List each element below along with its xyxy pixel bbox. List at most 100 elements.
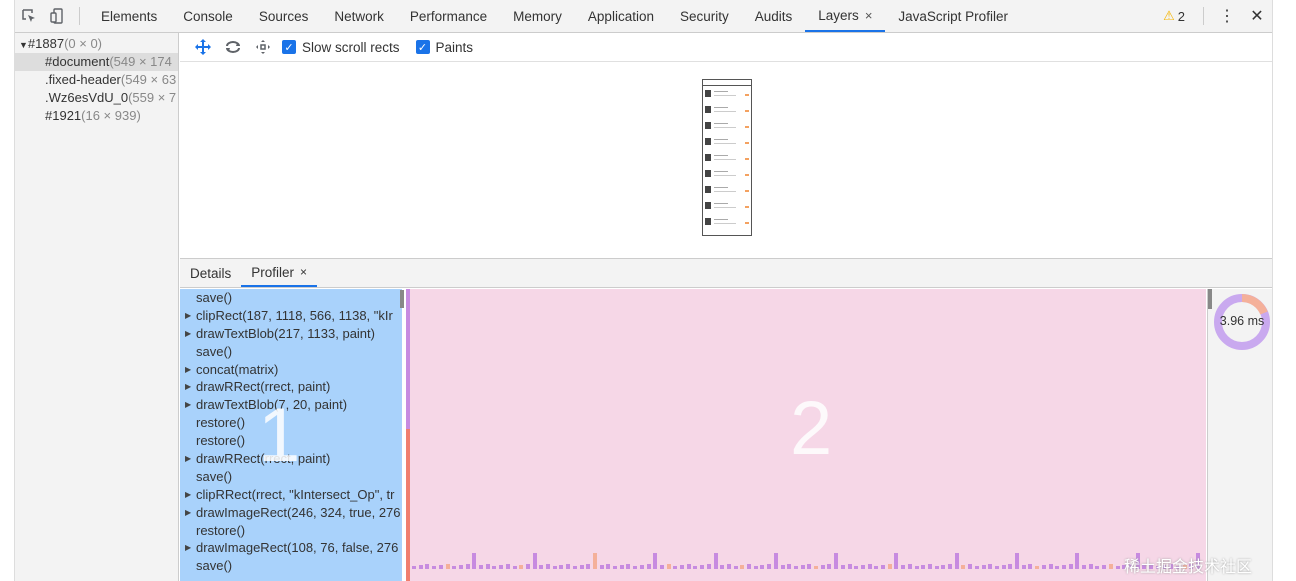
pie-scrollbar[interactable] <box>1208 289 1212 309</box>
expand-triangle-icon[interactable]: ▶ <box>185 361 191 379</box>
paint-command-row[interactable]: ▶ drawTextBlob(7, 20, paint) <box>180 396 402 414</box>
paint-command-row[interactable]: ▶ clipRect(187, 1118, 566, 1138, "kIr <box>180 307 402 325</box>
thumbnail-mark <box>705 138 711 145</box>
timeline-bar <box>767 564 772 569</box>
paint-command-row[interactable]: save() <box>180 343 402 361</box>
paint-timeline[interactable]: 2 <box>406 289 1206 581</box>
tree-node-document[interactable]: #document(549 × 174 <box>15 53 178 71</box>
rotate-mode-icon[interactable] <box>218 33 248 62</box>
tab-label: Security <box>679 8 729 24</box>
expand-triangle-icon[interactable]: ▶ <box>185 396 191 414</box>
tab-performance[interactable]: Performance <box>397 0 500 32</box>
tab-security[interactable]: Security <box>667 0 742 32</box>
paint-command-row[interactable]: ▶ drawRRect(rrect, paint) <box>180 378 402 396</box>
close-tab-icon[interactable]: × <box>865 8 873 23</box>
paint-command-row[interactable]: ▶ drawTextBlob(217, 1133, paint) <box>180 325 402 343</box>
tab-sources[interactable]: Sources <box>246 0 322 32</box>
timeline-bar <box>626 564 631 569</box>
tab-memory[interactable]: Memory <box>500 0 575 32</box>
thumbnail-mark <box>714 187 728 188</box>
paint-command-row[interactable]: ▶ clipRRect(rrect, "kIntersect_Op", tr <box>180 486 402 504</box>
timeline-bar <box>673 566 678 569</box>
paints-checkbox[interactable]: ✓ Paints <box>415 40 473 55</box>
timeline-bar <box>760 565 765 569</box>
timeline-bar <box>814 566 818 569</box>
device-toolbar-icon[interactable] <box>43 0 71 32</box>
thumbnail-mark <box>714 123 728 124</box>
tabbar-spacer <box>1021 0 1153 32</box>
timeline-bar <box>713 553 718 569</box>
paint-command-row[interactable]: save() <box>180 289 402 307</box>
timeline-bar <box>572 566 577 569</box>
tree-node-root[interactable]: ▼#1887(0 × 0) <box>15 35 178 53</box>
tab-profiler[interactable]: Profiler × <box>241 259 318 287</box>
expand-triangle-icon[interactable]: ▶ <box>185 486 191 504</box>
thumbnail-list-item <box>705 200 749 214</box>
paint-command-row[interactable]: ▶ concat(matrix) <box>180 361 402 379</box>
thumbnail-list-item <box>705 120 749 134</box>
timeline-bar <box>586 564 591 569</box>
timeline-bar <box>1015 553 1019 569</box>
tree-node-1921[interactable]: #1921(16 × 939) <box>15 107 178 125</box>
reset-transform-icon[interactable] <box>248 33 278 62</box>
timeline-bar <box>981 565 986 569</box>
expand-triangle-icon[interactable]: ▶ <box>185 307 191 325</box>
tree-node-fixed-header[interactable]: .fixed-header(549 × 63 <box>15 71 178 89</box>
paint-command-row[interactable]: ▶ drawRRect(rrect, paint) <box>180 450 402 468</box>
paint-command-row[interactable]: save() <box>180 468 402 486</box>
warnings-counter[interactable]: ⚠ 2 <box>1153 0 1195 32</box>
timeline-bar <box>954 553 959 569</box>
layer-thumbnail[interactable] <box>702 79 752 236</box>
expand-triangle-icon[interactable]: ▶ <box>185 378 191 396</box>
tab-javascript-profiler[interactable]: JavaScript Profiler <box>885 0 1021 32</box>
paint-command-row[interactable]: ▶ drawImageRect(108, 76, false, 276 <box>180 539 402 557</box>
pan-mode-icon[interactable] <box>188 33 218 62</box>
expand-triangle-icon[interactable]: ▶ <box>185 504 191 522</box>
warning-count: 2 <box>1177 8 1185 24</box>
close-tab-icon[interactable]: × <box>300 265 307 279</box>
paint-time-label: 3.96 ms <box>1219 314 1265 328</box>
close-devtools-icon[interactable]: ✕ <box>1242 0 1272 32</box>
timeline-bar <box>787 564 792 569</box>
paint-command-row[interactable]: restore() <box>180 522 402 540</box>
slow-scroll-rects-checkbox[interactable]: ✓ Slow scroll rects <box>282 40 400 55</box>
inspect-element-icon[interactable] <box>15 0 43 32</box>
tab-application[interactable]: Application <box>575 0 667 32</box>
paint-command-text: drawTextBlob(217, 1133, paint) <box>196 325 375 341</box>
tree-node-wz6esvdu[interactable]: .Wz6esVdU_0(559 × 7 <box>15 89 178 107</box>
expand-triangle-icon[interactable]: ▶ <box>185 450 191 468</box>
timeline-bar <box>874 566 879 569</box>
timeline-bar <box>592 553 597 569</box>
timeline-bar <box>579 565 584 569</box>
layers-3d-view[interactable] <box>180 62 1272 258</box>
thumbnail-mark <box>714 91 728 92</box>
paint-command-row[interactable]: restore() <box>180 432 402 450</box>
paint-command-log[interactable]: save() ▶ clipRect(187, 1118, 566, 1138, "k… <box>180 289 402 581</box>
paint-command-row[interactable]: save() <box>180 557 402 575</box>
tab-network[interactable]: Network <box>321 0 397 32</box>
tab-label: Memory <box>513 8 562 24</box>
timeline-bar <box>599 565 604 569</box>
tab-details[interactable]: Details <box>180 259 241 287</box>
tab-audits[interactable]: Audits <box>742 0 806 32</box>
command-log-scrollbar[interactable] <box>400 290 404 308</box>
thumbnail-mark <box>745 222 749 224</box>
paint-command-row[interactable]: restore() <box>180 414 402 432</box>
tab-console[interactable]: Console <box>170 0 246 32</box>
thumbnail-mark <box>745 94 749 96</box>
tab-layers[interactable]: Layers × <box>805 0 886 32</box>
timeline-bar <box>505 564 510 569</box>
paint-command-text: drawRRect(rrect, paint) <box>196 379 331 395</box>
paint-command-row[interactable]: ▶ drawImageRect(246, 324, true, 276 <box>180 504 402 522</box>
expand-triangle-icon[interactable]: ▼ <box>19 40 28 50</box>
timeline-bar <box>1008 564 1013 569</box>
paint-command-text: save() <box>196 468 233 484</box>
more-options-icon[interactable]: ⋮ <box>1212 0 1242 32</box>
thumbnail-list-item <box>705 88 749 102</box>
timeline-bar <box>921 565 926 569</box>
expand-triangle-icon[interactable]: ▶ <box>185 539 191 557</box>
tab-label: Profiler <box>251 264 295 280</box>
thumbnail-mark <box>705 106 711 113</box>
expand-triangle-icon[interactable]: ▶ <box>185 325 191 343</box>
tab-elements[interactable]: Elements <box>88 0 170 32</box>
